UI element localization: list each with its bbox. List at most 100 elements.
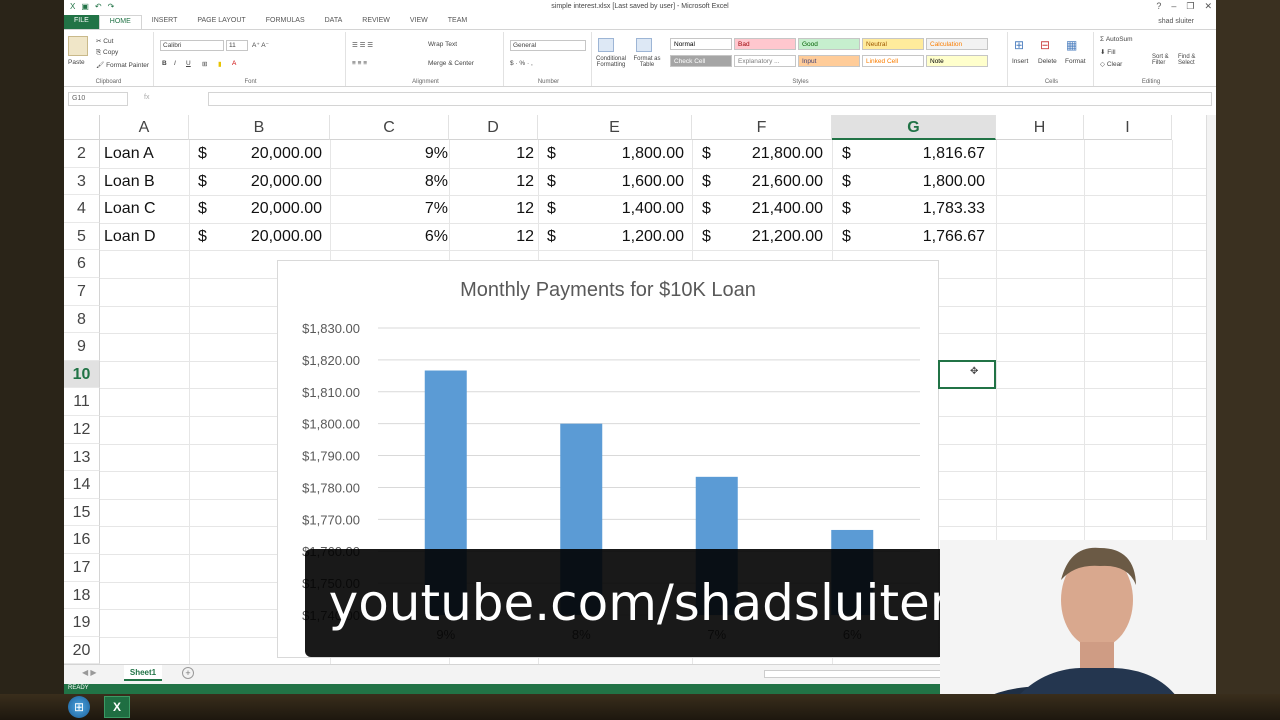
row-header-17[interactable]: 17 [64, 554, 100, 582]
close-icon[interactable]: ✕ [1204, 1, 1212, 12]
cell-currency-symbol[interactable]: $ [702, 168, 716, 196]
fx-icon[interactable]: fx [144, 94, 149, 101]
currency-icon[interactable]: $ · % · , [510, 60, 533, 67]
row-header-3[interactable]: 3 [64, 167, 100, 196]
row-header-2[interactable]: 2 [64, 140, 100, 168]
insert-cells-icon[interactable]: ⊞ [1014, 38, 1024, 52]
cell-currency-symbol[interactable]: $ [198, 140, 212, 168]
cell-currency-symbol[interactable]: $ [547, 223, 561, 251]
row-header-9[interactable]: 9 [64, 333, 100, 361]
column-header-e[interactable]: E [538, 115, 692, 140]
excel-taskbar-icon[interactable]: X [104, 696, 130, 718]
cell-currency-symbol[interactable]: $ [198, 223, 212, 251]
cell-currency-symbol[interactable]: $ [842, 223, 856, 251]
cell-total[interactable]: 21,200.00 [719, 223, 823, 251]
align-top-icon[interactable]: ☰ ☰ ☰ [352, 41, 373, 49]
cell-style-neutral[interactable]: Neutral [862, 38, 924, 50]
bold-button[interactable]: B [162, 60, 167, 67]
tab-home[interactable]: HOME [98, 15, 142, 29]
cell-currency-symbol[interactable]: $ [547, 140, 561, 168]
cell-style-check-cell[interactable]: Check Cell [670, 55, 732, 67]
cell-currency-symbol[interactable]: $ [547, 168, 561, 196]
cell-currency-symbol[interactable]: $ [547, 195, 561, 223]
cell-loan-name[interactable]: Loan D [104, 223, 188, 251]
cell-style-note[interactable]: Note [926, 55, 988, 67]
row-header-12[interactable]: 12 [64, 416, 100, 444]
row-header-7[interactable]: 7 [64, 278, 100, 306]
cell-currency-symbol[interactable]: $ [702, 195, 716, 223]
cell-monthly-payment[interactable]: 1,783.33 [859, 195, 985, 223]
column-header-c[interactable]: C [330, 115, 449, 140]
row-header-6[interactable]: 6 [64, 250, 100, 278]
cell-rate[interactable]: 9% [334, 140, 448, 168]
row-header-20[interactable]: 20 [64, 636, 100, 665]
cell-rate[interactable]: 6% [334, 223, 448, 251]
restore-icon[interactable]: ❐ [1186, 1, 1194, 12]
cell-currency-symbol[interactable]: $ [842, 168, 856, 196]
cell-loan-name[interactable]: Loan A [104, 140, 188, 168]
row-header-11[interactable]: 11 [64, 388, 100, 416]
cell-currency-symbol[interactable]: $ [198, 195, 212, 223]
cell-currency-symbol[interactable]: $ [842, 195, 856, 223]
cell-months[interactable]: 12 [454, 140, 534, 168]
format-as-table-icon[interactable] [636, 38, 652, 52]
delete-cells-icon[interactable]: ⊟ [1040, 38, 1050, 52]
row-header-14[interactable]: 14 [64, 471, 100, 499]
cell-rate[interactable]: 8% [334, 168, 448, 196]
font-color-icon[interactable]: A [232, 60, 236, 67]
font-name-select[interactable]: Calibri [160, 40, 224, 51]
row-header-5[interactable]: 5 [64, 222, 100, 251]
column-header-b[interactable]: B [189, 115, 330, 140]
cell-style-input[interactable]: Input [798, 55, 860, 67]
copy-button[interactable]: ⎘ Copy [96, 49, 118, 57]
help-icon[interactable]: ? [1156, 1, 1161, 12]
minimize-icon[interactable]: – [1171, 1, 1176, 12]
cell-months[interactable]: 12 [454, 223, 534, 251]
cell-total[interactable]: 21,400.00 [719, 195, 823, 223]
row-header-4[interactable]: 4 [64, 195, 100, 223]
italic-button[interactable]: I [174, 60, 176, 67]
wrap-text-button[interactable]: Wrap Text [428, 41, 457, 48]
cell-loan-name[interactable]: Loan C [104, 195, 188, 223]
format-painter-button[interactable]: 🖌 Format Painter [96, 61, 149, 69]
row-header-8[interactable]: 8 [64, 305, 100, 334]
cell-principal[interactable]: 20,000.00 [214, 195, 322, 223]
tab-formulas[interactable]: FORMULAS [256, 15, 315, 29]
cell-style-linked-cell[interactable]: Linked Cell [862, 55, 924, 67]
column-header-f[interactable]: F [692, 115, 832, 140]
tab-team[interactable]: TEAM [438, 15, 477, 29]
add-sheet-icon[interactable]: + [182, 667, 194, 679]
row-header-15[interactable]: 15 [64, 498, 100, 527]
cell-currency-symbol[interactable]: $ [198, 168, 212, 196]
column-header-d[interactable]: D [449, 115, 538, 140]
sort-filter-button[interactable]: Sort & Filter [1152, 54, 1176, 66]
autosum-button[interactable]: Σ AutoSum [1100, 36, 1133, 43]
column-header-i[interactable]: I [1084, 115, 1172, 140]
find-select-button[interactable]: Find & Select [1178, 54, 1204, 66]
cell-total[interactable]: 21,600.00 [719, 168, 823, 196]
cell-style-calculation[interactable]: Calculation [926, 38, 988, 50]
tab-page-layout[interactable]: PAGE LAYOUT [187, 15, 255, 29]
cut-button[interactable]: ✂ Cut [96, 37, 113, 45]
paste-icon[interactable] [68, 36, 88, 56]
fill-button[interactable]: ⬇ Fill [1100, 48, 1116, 56]
row-header-16[interactable]: 16 [64, 526, 100, 554]
row-header-19[interactable]: 19 [64, 609, 100, 637]
column-header-g[interactable]: G [832, 115, 996, 140]
name-box[interactable]: G10 [68, 92, 128, 106]
number-format-select[interactable]: General [510, 40, 586, 51]
tab-view[interactable]: VIEW [400, 15, 438, 29]
clear-button[interactable]: ◇ Clear [1100, 60, 1122, 68]
cell-style-normal[interactable]: Normal [670, 38, 732, 50]
underline-button[interactable]: U [186, 60, 191, 67]
format-button[interactable]: Format [1065, 58, 1086, 65]
tab-insert[interactable]: INSERT [142, 15, 188, 29]
column-header-a[interactable]: A [100, 115, 189, 140]
cell-interest[interactable]: 1,600.00 [564, 168, 684, 196]
sheet-tab-sheet1[interactable]: Sheet1 [124, 665, 162, 681]
column-header-h[interactable]: H [996, 115, 1084, 140]
row-header-18[interactable]: 18 [64, 581, 100, 610]
grow-font-icon[interactable]: A⁺ A⁻ [252, 41, 269, 49]
cell-principal[interactable]: 20,000.00 [214, 223, 322, 251]
cell-monthly-payment[interactable]: 1,766.67 [859, 223, 985, 251]
